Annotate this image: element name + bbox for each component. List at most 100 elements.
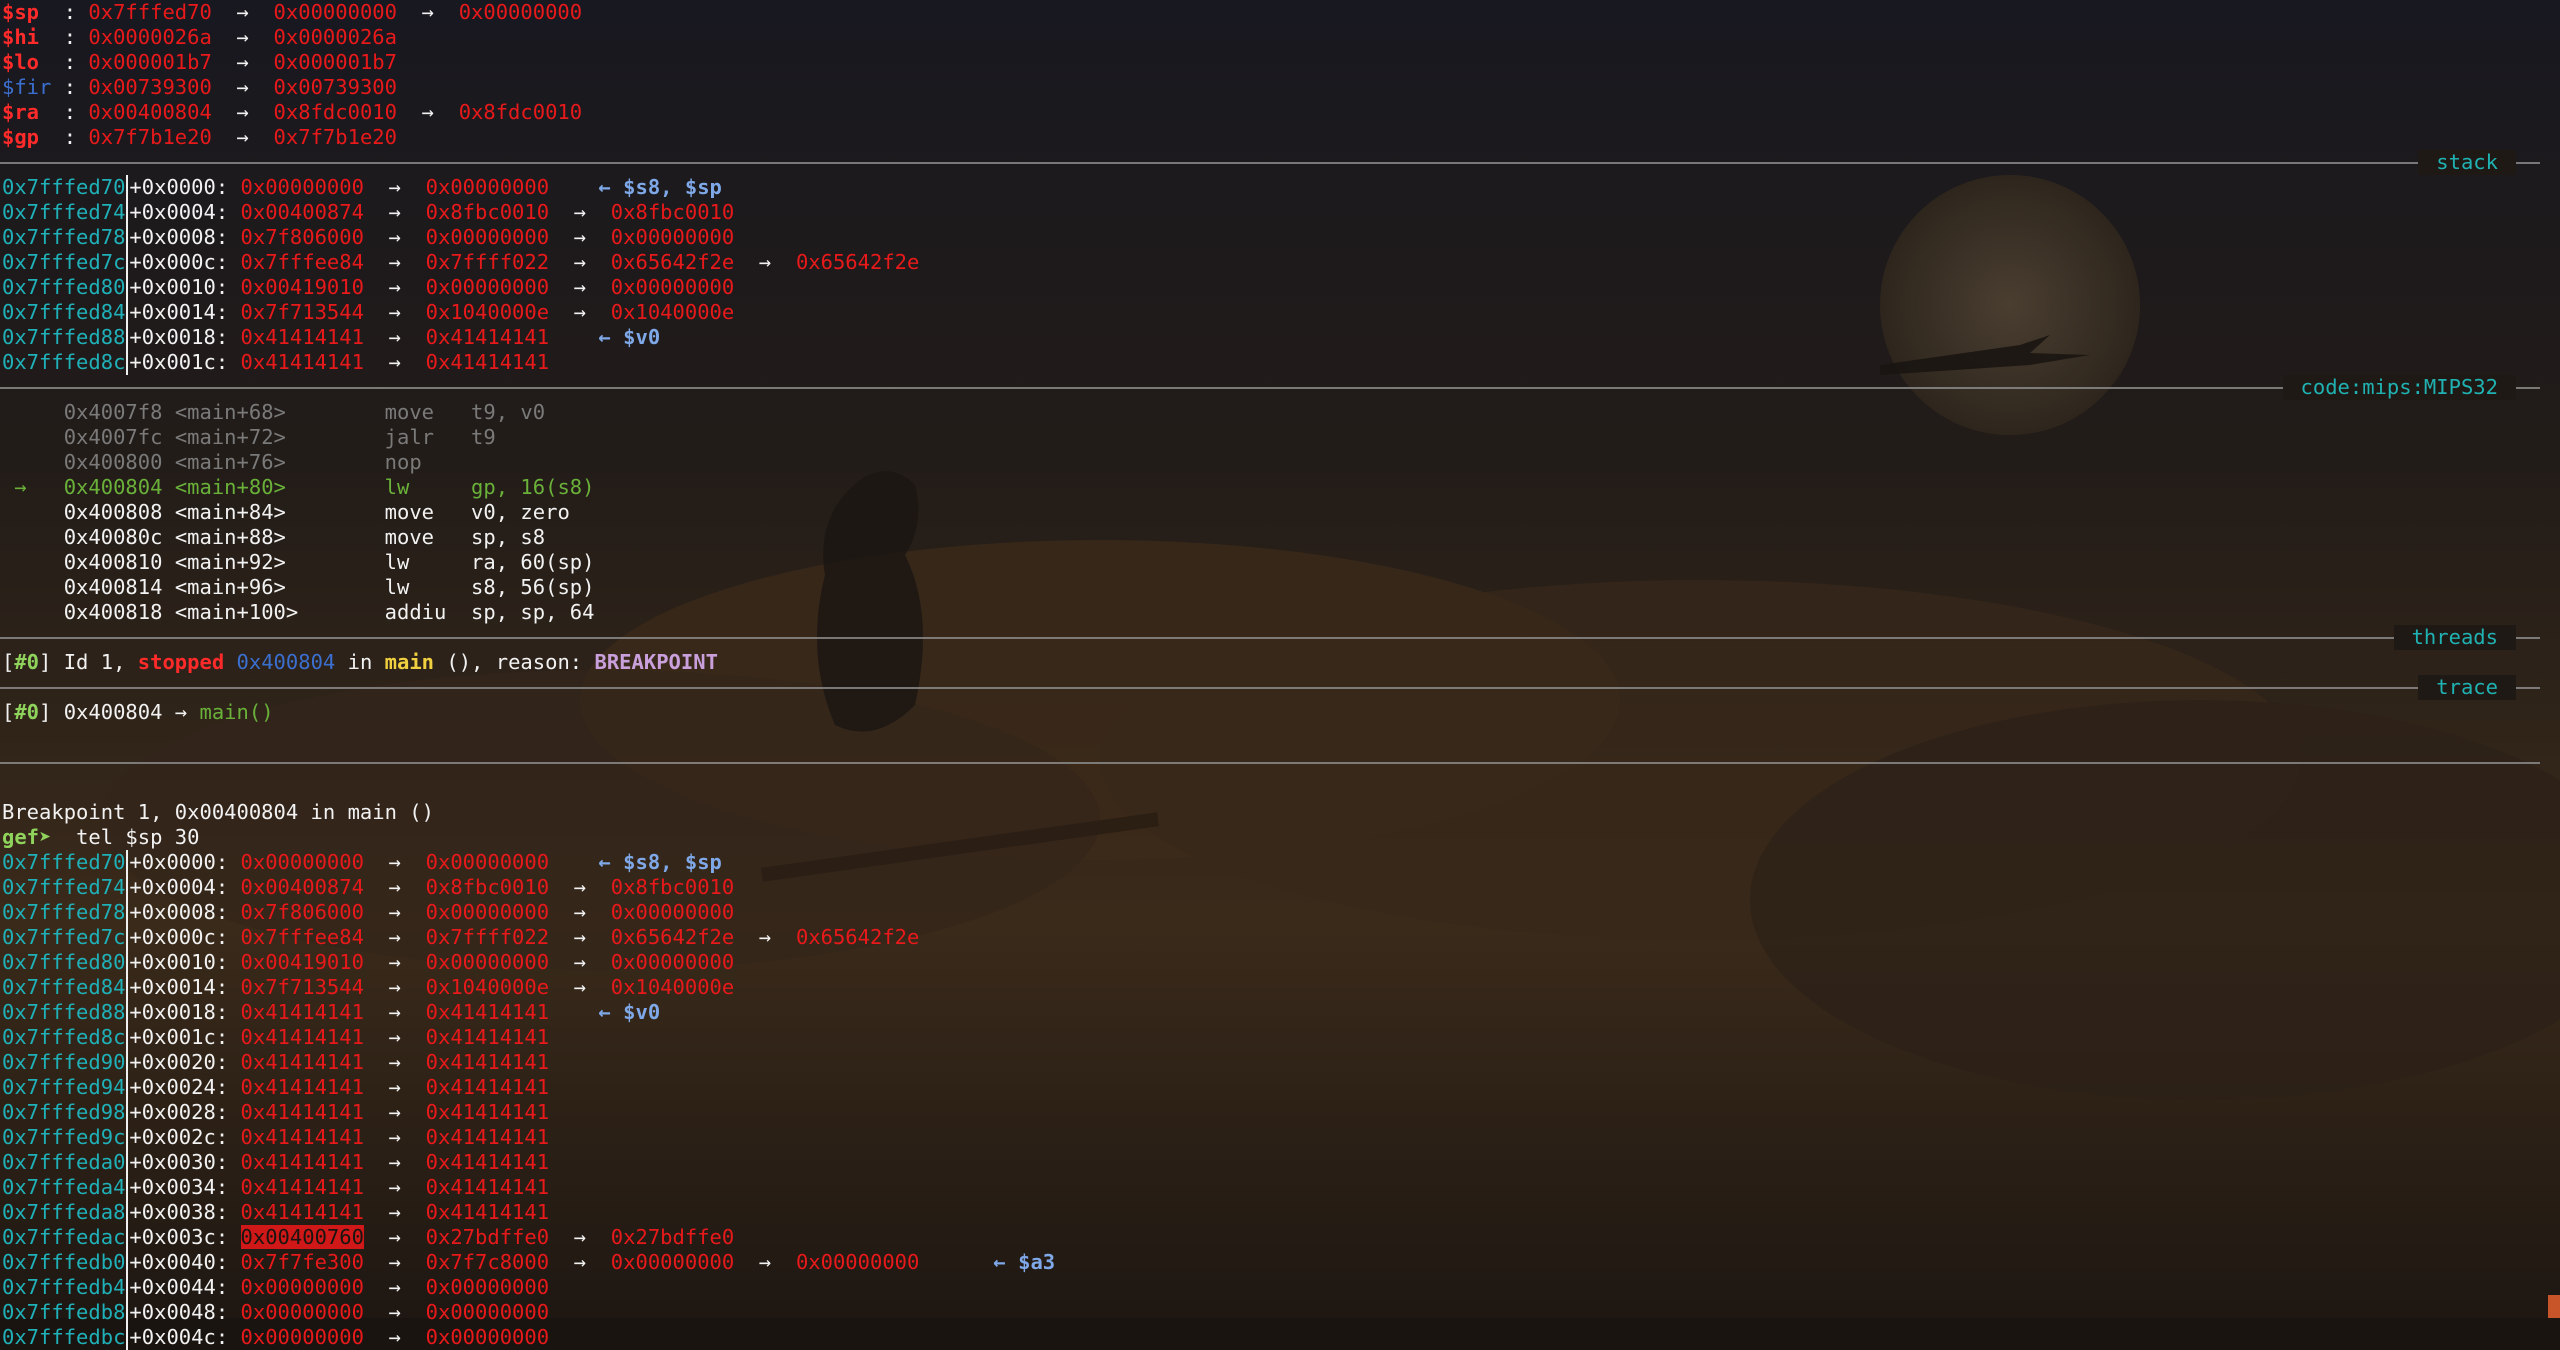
text: (), xyxy=(446,650,484,674)
code-operands: t9, v0 xyxy=(471,400,546,424)
stack-offset: +0x0000: xyxy=(129,850,229,874)
stack-value: 0x41414141 xyxy=(425,1100,550,1124)
register-value: 0x00739300 xyxy=(88,75,212,99)
stack-value: 0x65642f2e xyxy=(610,925,735,949)
current-pc-arrow-icon xyxy=(14,600,26,624)
stack-value: 0x00000000 xyxy=(610,900,735,924)
colon: : xyxy=(63,0,77,24)
stack-annotation: $s8, $sp xyxy=(623,850,722,874)
code-opcode: lw xyxy=(384,550,472,574)
stack-value: 0x41414141 xyxy=(240,325,364,349)
bracket: ] xyxy=(39,700,52,724)
stack-value: 0x00000000 xyxy=(610,275,735,299)
stack-value: 0x7f713544 xyxy=(240,300,364,324)
code-symbol: <main+96> xyxy=(174,575,385,599)
arrow-icon: → xyxy=(573,975,587,999)
stack-address: 0x7fffed70 xyxy=(2,850,126,874)
stack-address: 0x7fffeda0 xyxy=(2,1150,126,1174)
section-title: stack xyxy=(2418,150,2516,175)
arrow-icon: → xyxy=(388,950,401,974)
stack-value: 0x65642f2e xyxy=(610,250,735,274)
stack-value: 0x41414141 xyxy=(425,1075,550,1099)
arrow-icon: → xyxy=(388,1225,401,1249)
stack-address: 0x7fffed98 xyxy=(2,1100,126,1124)
arrow-icon: → xyxy=(388,225,401,249)
stack-offset: +0x0048: xyxy=(129,1300,229,1324)
stack-value: 0x41414141 xyxy=(240,1200,364,1224)
arrow-icon: → xyxy=(236,50,249,74)
current-pc-arrow-icon xyxy=(14,550,26,574)
stack-address: 0x7fffeda8 xyxy=(2,1200,126,1224)
colon: : xyxy=(63,25,77,49)
stack-value: 0x41414141 xyxy=(240,1075,364,1099)
code-opcode: addiu xyxy=(384,600,472,624)
stack-address: 0x7fffedac xyxy=(2,1225,126,1249)
stack-value: 0x41414141 xyxy=(425,1150,550,1174)
code-address: 0x400810 xyxy=(63,550,163,574)
stack-offset: +0x001c: xyxy=(129,350,229,374)
section-rule xyxy=(0,387,2540,389)
register-name: $gp xyxy=(2,125,52,149)
stack-value: 0x7ffff022 xyxy=(425,250,550,274)
stack-offset: +0x0014: xyxy=(129,975,229,999)
arrow-icon: → xyxy=(388,1250,401,1274)
threads-section-header: threads xyxy=(0,625,2540,650)
stack-value: 0x7fffee84 xyxy=(240,250,364,274)
telescope-row: 0x7fffed9c +0x002c: 0x41414141 → 0x414141… xyxy=(2,1125,549,1150)
stack-row: 0x7fffed74 +0x0004: 0x00400874 → 0x8fbc00… xyxy=(2,200,734,225)
arrow-icon: → xyxy=(174,700,188,724)
stack-value: 0x7f806000 xyxy=(240,225,364,249)
stack-value: 0x00000000 xyxy=(425,175,550,199)
arrow-icon: → xyxy=(388,1075,401,1099)
code-symbol: <main+68> xyxy=(174,400,385,424)
stack-value: 0x00000000 xyxy=(795,1250,920,1274)
code-row: 0x400808 <main+84> move v0, zero xyxy=(2,500,570,525)
register-value: 0x7f7b1e20 xyxy=(88,125,212,149)
stack-value: 0x41414141 xyxy=(425,1175,550,1199)
stack-offset: +0x000c: xyxy=(129,250,229,274)
register-value: 0x000001b7 xyxy=(88,50,212,74)
stack-value: 0x65642f2e xyxy=(795,250,920,274)
arrow-icon: → xyxy=(573,950,587,974)
arrow-icon: → xyxy=(388,1000,401,1024)
code-row: → 0x400804 <main+80> lw gp, 16(s8) xyxy=(2,475,594,500)
stack-offset: +0x0030: xyxy=(129,1150,229,1174)
stack-value: 0x7f7c8000 xyxy=(425,1250,550,1274)
stack-value: 0x00000000 xyxy=(610,225,735,249)
thread-function: main xyxy=(384,650,435,674)
arrow-icon: → xyxy=(388,200,401,224)
stack-value: 0x7ffff022 xyxy=(425,925,550,949)
register-value: 0x00000000 xyxy=(273,0,397,24)
thread-id: Id 1, xyxy=(63,650,126,674)
section-rule xyxy=(0,762,2540,764)
code-operands: sp, s8 xyxy=(471,525,546,549)
telescope-row: 0x7fffed70 +0x0000: 0x00000000 → 0x000000… xyxy=(2,850,722,875)
section-title: code:mips:MIPS32 xyxy=(2282,375,2516,400)
telescope-row: 0x7fffedb8 +0x0048: 0x00000000 → 0x000000… xyxy=(2,1300,549,1325)
stack-address: 0x7fffedb4 xyxy=(2,1275,126,1299)
code-operands: t9 xyxy=(471,425,496,449)
section-rule xyxy=(0,637,2540,639)
telescope-row: 0x7fffed98 +0x0028: 0x41414141 → 0x414141… xyxy=(2,1100,549,1125)
register-line: $ra : 0x00400804 → 0x8fdc0010 → 0x8fdc00… xyxy=(2,100,582,125)
stack-value: 0x41414141 xyxy=(240,1025,364,1049)
code-address: 0x400804 xyxy=(63,475,163,499)
stack-value: 0x41414141 xyxy=(425,1200,550,1224)
code-address: 0x400814 xyxy=(63,575,163,599)
stack-address: 0x7fffed9c xyxy=(2,1125,126,1149)
arrow-icon: → xyxy=(573,900,587,924)
current-pc-arrow-icon xyxy=(14,575,26,599)
stack-address: 0x7fffed88 xyxy=(2,325,126,349)
stack-address: 0x7fffed8c xyxy=(2,1025,126,1049)
gef-terminal[interactable]: $sp : 0x7fffed70 → 0x00000000 → 0x000000… xyxy=(0,0,2560,1350)
prompt-line[interactable]: gef➤ tel $sp 30 xyxy=(2,825,199,850)
thread-status: stopped xyxy=(137,650,225,674)
stack-value: 0x41414141 xyxy=(425,325,550,349)
stack-value: 0x41414141 xyxy=(240,1175,364,1199)
stack-row: 0x7fffed70 +0x0000: 0x00000000 → 0x000000… xyxy=(2,175,722,200)
arrow-icon: → xyxy=(388,1125,401,1149)
telescope-row: 0x7fffed7c +0x000c: 0x7fffee84 → 0x7ffff0… xyxy=(2,925,919,950)
stack-annotation: $v0 xyxy=(623,1000,661,1024)
arrow-icon: → xyxy=(388,1300,401,1324)
current-pc-arrow-icon xyxy=(14,500,26,524)
